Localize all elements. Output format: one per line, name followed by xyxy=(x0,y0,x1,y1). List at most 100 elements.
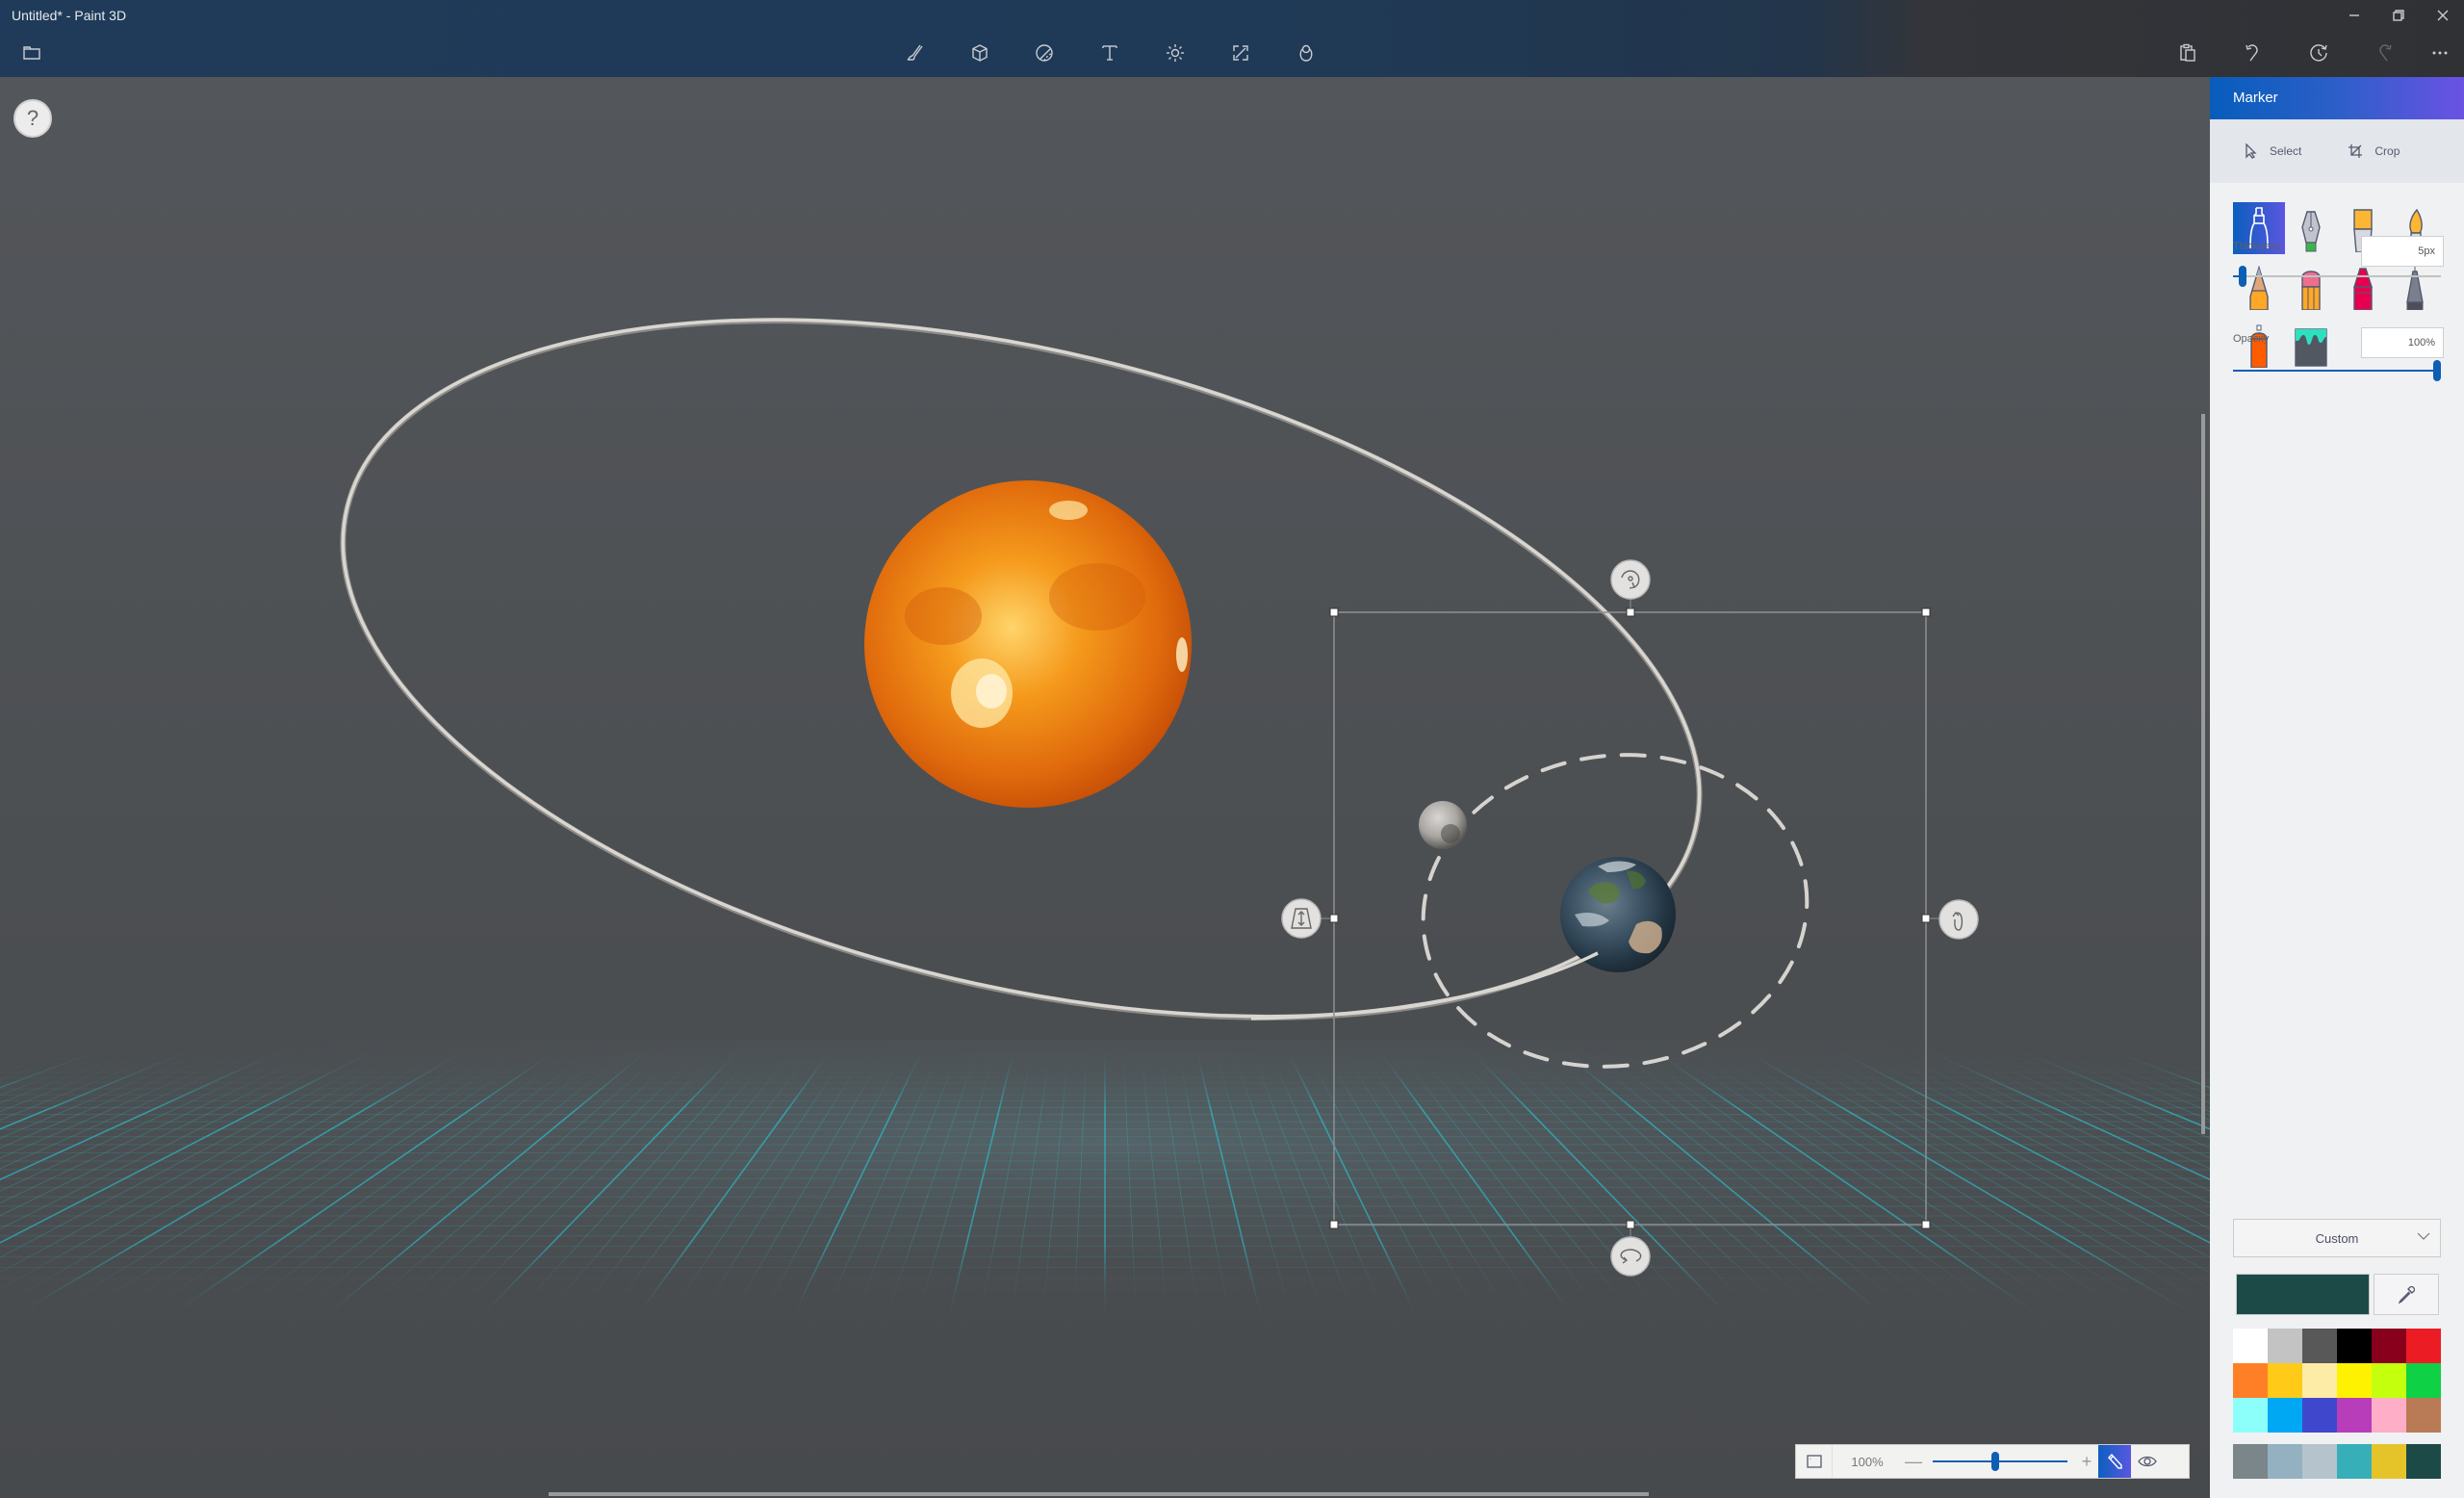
3d-scene[interactable] xyxy=(0,77,2210,1498)
opacity-slider-thumb[interactable] xyxy=(2433,360,2441,381)
handle-button[interactable] xyxy=(1610,559,1651,600)
sun-spot xyxy=(905,587,982,645)
sticker-icon xyxy=(1036,44,1053,62)
thickness-input[interactable]: 5px xyxy=(2361,236,2444,267)
color-swatch[interactable] xyxy=(2302,1363,2337,1398)
cube-icon xyxy=(972,44,988,62)
eyedropper-icon xyxy=(2398,1285,2415,1304)
stickers-button[interactable] xyxy=(1030,39,1059,67)
undo-button[interactable] xyxy=(2239,39,2268,67)
3d-shapes-button[interactable] xyxy=(965,39,994,67)
help-button[interactable]: ? xyxy=(13,99,52,138)
sun-sphere[interactable] xyxy=(864,480,1192,808)
resize-handle-n[interactable] xyxy=(1626,607,1635,617)
canvas-icon xyxy=(1233,45,1248,61)
effects-button[interactable] xyxy=(1161,39,1190,67)
opacity-slider[interactable] xyxy=(2233,360,2441,381)
close-button[interactable] xyxy=(2429,4,2456,27)
text-button[interactable] xyxy=(1095,39,1124,67)
paste-button[interactable] xyxy=(2173,39,2202,67)
color-swatch[interactable] xyxy=(2268,1398,2302,1433)
custom-color-swatch[interactable] xyxy=(2372,1444,2406,1479)
fit-screen-icon xyxy=(1806,1455,1822,1468)
more-button[interactable] xyxy=(2426,39,2454,67)
edit-mode-button[interactable] xyxy=(2098,1445,2131,1478)
redo-button[interactable] xyxy=(2370,39,2399,67)
color-swatch[interactable] xyxy=(2372,1363,2406,1398)
color-swatch[interactable] xyxy=(2233,1363,2268,1398)
close-icon xyxy=(2437,10,2449,21)
custom-color-swatch[interactable] xyxy=(2302,1444,2337,1479)
minimize-button[interactable] xyxy=(2341,4,2368,27)
color-mode-dropdown[interactable]: Custom xyxy=(2233,1219,2441,1257)
3d-library-button[interactable] xyxy=(1292,39,1321,67)
opacity-label: Opacity xyxy=(2233,333,2270,345)
canvas-button[interactable] xyxy=(1226,39,1255,67)
resize-handle-nw[interactable] xyxy=(1329,607,1339,617)
view-mode-button[interactable] xyxy=(2131,1445,2164,1478)
text-icon xyxy=(1102,45,1117,61)
canvas-area[interactable] xyxy=(0,77,2210,1498)
select-button[interactable]: Select xyxy=(2245,143,2301,159)
custom-color-swatch[interactable] xyxy=(2268,1444,2302,1479)
custom-color-swatch[interactable] xyxy=(2406,1444,2441,1479)
opacity-input[interactable]: 100% xyxy=(2361,327,2444,358)
sun-spot xyxy=(1049,563,1145,631)
color-swatch[interactable] xyxy=(2233,1398,2268,1433)
color-swatch[interactable] xyxy=(2337,1363,2372,1398)
zoom-in-button[interactable]: + xyxy=(2075,1452,2098,1472)
color-swatch[interactable] xyxy=(2268,1329,2302,1363)
restore-button[interactable] xyxy=(2385,4,2412,27)
resize-handle-w[interactable] xyxy=(1329,914,1339,923)
color-swatch[interactable] xyxy=(2302,1329,2337,1363)
color-swatch[interactable] xyxy=(2302,1398,2337,1433)
tool-calligraphy-pen[interactable] xyxy=(2285,202,2337,258)
fit-to-screen-button[interactable] xyxy=(1796,1445,1833,1478)
custom-color-swatch[interactable] xyxy=(2233,1444,2268,1479)
resize-handle-se[interactable] xyxy=(1921,1220,1931,1229)
resize-handle-e[interactable] xyxy=(1921,914,1931,923)
vertical-scrollbar[interactable] xyxy=(2201,414,2205,1134)
menu-button[interactable] xyxy=(17,39,46,67)
chevron-down-icon xyxy=(2417,1232,2430,1240)
color-swatch[interactable] xyxy=(2372,1398,2406,1433)
history-button[interactable] xyxy=(2304,39,2333,67)
resize-handle-s[interactable] xyxy=(1626,1220,1635,1229)
history-icon xyxy=(2310,44,2327,62)
handle-button[interactable] xyxy=(1610,1236,1651,1277)
color-swatch[interactable] xyxy=(2337,1398,2372,1433)
sun[interactable] xyxy=(864,480,1192,808)
resize-handle-sw[interactable] xyxy=(1329,1220,1339,1229)
zoom-slider[interactable] xyxy=(1933,1452,2067,1471)
color-swatch[interactable] xyxy=(2406,1329,2441,1363)
horizontal-scrollbar[interactable] xyxy=(549,1492,1649,1496)
crop-label: Crop xyxy=(2374,144,2400,158)
color-swatch[interactable] xyxy=(2268,1363,2302,1398)
handle-button[interactable] xyxy=(1938,899,1979,940)
more-icon xyxy=(2432,51,2448,55)
color-swatch[interactable] xyxy=(2406,1398,2441,1433)
crop-button[interactable]: Crop xyxy=(2348,143,2400,159)
thickness-label: Thickness xyxy=(2233,241,2281,252)
zoom-slider-thumb[interactable] xyxy=(1990,1452,1999,1471)
zoom-out-button[interactable]: — xyxy=(1902,1452,1925,1472)
rotate-z-handle[interactable] xyxy=(1610,559,1651,600)
color-palette xyxy=(2233,1329,2441,1433)
resize-handle-ne[interactable] xyxy=(1921,607,1931,617)
color-swatch[interactable] xyxy=(2406,1363,2441,1398)
earth[interactable] xyxy=(1560,857,1676,972)
panel-title: Marker xyxy=(2210,77,2464,119)
push-pull-handle[interactable] xyxy=(1281,898,1322,939)
color-swatch[interactable] xyxy=(2372,1329,2406,1363)
rotate-x-handle[interactable] xyxy=(1610,1236,1651,1277)
moon[interactable] xyxy=(1419,801,1467,849)
color-swatch[interactable] xyxy=(2337,1329,2372,1363)
custom-color-swatch[interactable] xyxy=(2337,1444,2372,1479)
thickness-slider[interactable] xyxy=(2233,266,2441,287)
rotate-y-handle[interactable] xyxy=(1938,899,1979,940)
color-swatch[interactable] xyxy=(2233,1329,2268,1363)
thickness-slider-thumb[interactable] xyxy=(2239,266,2247,287)
eyedropper-button[interactable] xyxy=(2374,1274,2439,1315)
current-color-swatch[interactable] xyxy=(2236,1274,2370,1315)
brushes-button[interactable] xyxy=(900,39,929,67)
